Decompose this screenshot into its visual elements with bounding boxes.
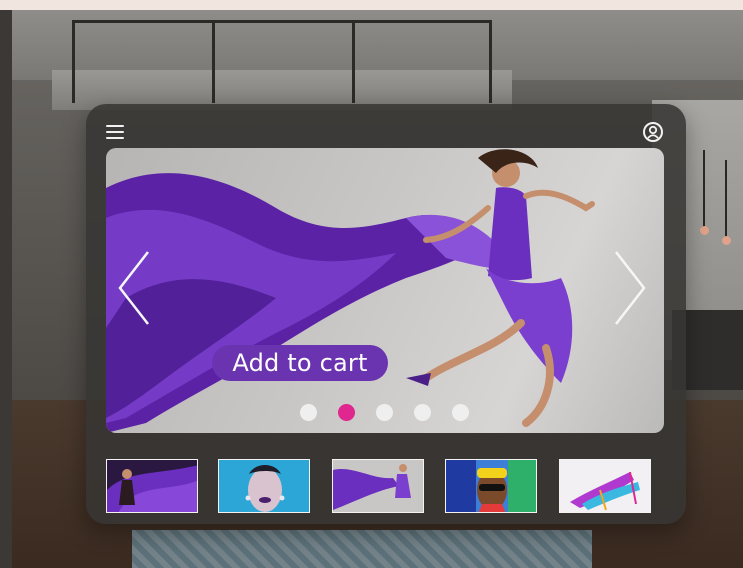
pendant-lamp xyxy=(722,160,731,250)
account-icon[interactable] xyxy=(642,121,664,143)
hero-image xyxy=(106,149,595,433)
thumbnail-colorful-heels[interactable] xyxy=(559,459,651,513)
thumbnail-purple-fabric-model[interactable] xyxy=(106,459,198,513)
carousel-dot-4[interactable] xyxy=(414,404,431,421)
add-to-cart-button[interactable]: Add to cart xyxy=(212,345,388,381)
carousel-dot-2[interactable] xyxy=(338,404,355,421)
thumbnail-blue-portrait[interactable] xyxy=(218,459,310,513)
chevron-left-icon[interactable] xyxy=(116,248,156,328)
chevron-right-icon[interactable] xyxy=(610,248,650,328)
carousel-pagination xyxy=(300,404,480,421)
thumbnail-colorful-sunglasses[interactable] xyxy=(445,459,537,513)
top-band xyxy=(0,0,743,10)
carousel-dot-1[interactable] xyxy=(300,404,317,421)
pendant-lamp xyxy=(700,150,709,240)
shop-panel: Add to cart xyxy=(86,104,686,524)
room-railing xyxy=(72,20,492,103)
carousel-dot-3[interactable] xyxy=(376,404,393,421)
thumbnail-purple-dress-jump[interactable] xyxy=(332,459,424,513)
hamburger-menu-icon[interactable] xyxy=(106,124,126,140)
hero-banner: Add to cart xyxy=(106,148,664,433)
room-rug xyxy=(132,530,592,568)
carousel-dot-5[interactable] xyxy=(452,404,469,421)
